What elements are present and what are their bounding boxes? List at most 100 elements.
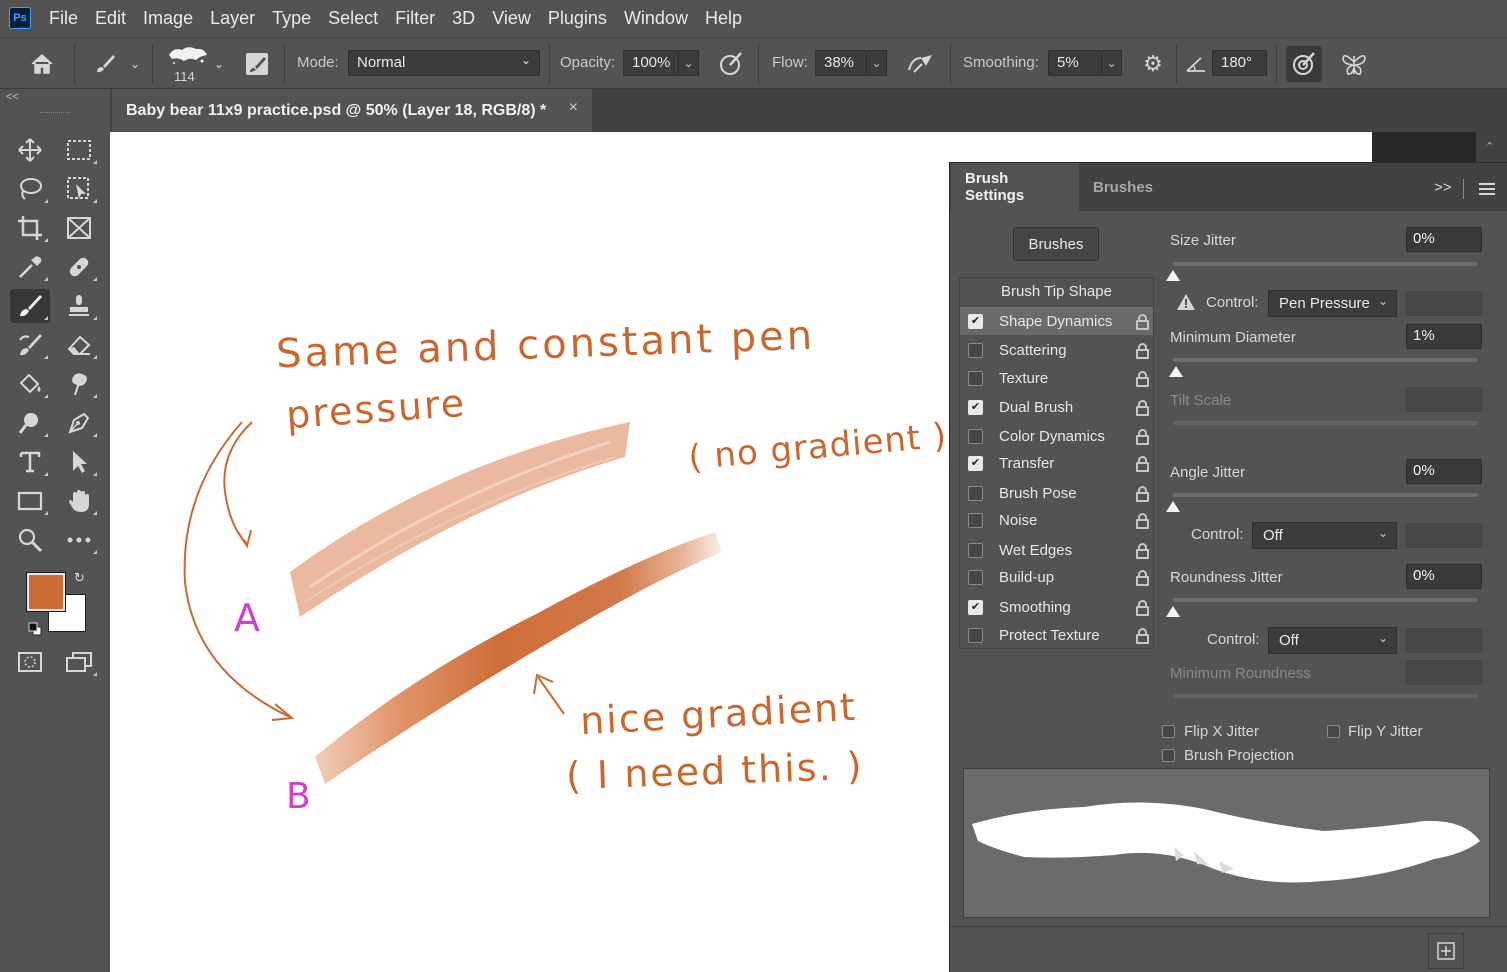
lock-icon[interactable] xyxy=(1136,599,1149,616)
dodge-tool-icon[interactable] xyxy=(10,406,50,440)
roundness-jitter-input[interactable]: 0% xyxy=(1406,564,1482,589)
settings-item-checkbox[interactable] xyxy=(968,485,983,501)
settings-item-texture[interactable]: Texture xyxy=(960,364,1153,392)
smoothing-input[interactable]: 5% xyxy=(1048,50,1102,76)
settings-item-color-dynamics[interactable]: Color Dynamics xyxy=(960,422,1153,450)
brush-tool-icon[interactable] xyxy=(10,289,50,323)
settings-item-transfer[interactable]: ✔ Transfer xyxy=(960,449,1153,477)
menu-view[interactable]: View xyxy=(492,8,531,29)
zoom-tool-icon[interactable] xyxy=(10,523,50,557)
roundness-control-select[interactable]: Off ⌄ xyxy=(1268,627,1397,654)
menu-plugins[interactable]: Plugins xyxy=(548,8,607,29)
eyedropper-tool-icon[interactable] xyxy=(10,250,50,284)
lock-icon[interactable] xyxy=(1136,569,1149,586)
lock-icon[interactable] xyxy=(1136,313,1149,330)
settings-item-protect-texture[interactable]: Protect Texture xyxy=(960,621,1153,649)
airbrush-icon[interactable] xyxy=(904,50,938,78)
roundness-jitter-slider[interactable] xyxy=(1173,598,1478,602)
object-selection-tool-icon[interactable] xyxy=(59,172,99,206)
smoothing-slider-toggle[interactable]: ⌄ xyxy=(1102,50,1122,76)
eraser-tool-icon[interactable] xyxy=(59,328,99,362)
min-diameter-thumb[interactable] xyxy=(1169,366,1183,377)
menu-window[interactable]: Window xyxy=(624,8,688,29)
size-jitter-input[interactable]: 0% xyxy=(1406,227,1482,252)
lock-icon[interactable] xyxy=(1136,485,1149,502)
home-icon[interactable] xyxy=(26,50,58,78)
lock-icon[interactable] xyxy=(1136,627,1149,644)
min-diameter-slider[interactable] xyxy=(1173,358,1478,362)
settings-item-checkbox[interactable] xyxy=(968,370,983,386)
size-jitter-slider[interactable] xyxy=(1173,262,1478,266)
menu-type[interactable]: Type xyxy=(272,8,311,29)
type-tool-icon[interactable] xyxy=(10,445,50,479)
brush-tool-preset-icon[interactable] xyxy=(90,50,120,78)
angle-jitter-input[interactable]: 0% xyxy=(1406,459,1482,484)
marquee-tool-icon[interactable] xyxy=(59,133,99,167)
menu-select[interactable]: Select xyxy=(328,8,378,29)
brush-settings-panel-toggle-icon[interactable] xyxy=(242,50,272,78)
gear-icon[interactable]: ⚙ xyxy=(1137,50,1169,78)
angle-input[interactable]: 180° xyxy=(1212,50,1267,76)
screen-mode-icon[interactable] xyxy=(59,645,99,679)
settings-item-noise[interactable]: Noise xyxy=(960,506,1153,534)
settings-item-brush-pose[interactable]: Brush Pose xyxy=(960,479,1153,507)
symmetry-butterfly-icon[interactable] xyxy=(1336,48,1372,80)
foreground-color-swatch[interactable] xyxy=(26,572,66,612)
settings-item-shape-dynamics[interactable]: ✔ Shape Dynamics xyxy=(960,307,1153,335)
more-tools-icon[interactable] xyxy=(59,523,99,557)
mode-select[interactable]: Normal ⌄ xyxy=(348,50,540,76)
quick-mask-icon[interactable] xyxy=(10,645,50,679)
swap-colors-icon[interactable]: ↻ xyxy=(74,570,90,586)
path-selection-tool-icon[interactable] xyxy=(59,445,99,479)
close-document-icon[interactable]: × xyxy=(569,99,578,117)
roundness-jitter-thumb[interactable] xyxy=(1166,606,1180,617)
panel-menu-icon[interactable] xyxy=(1479,183,1495,195)
angle-jitter-slider[interactable] xyxy=(1173,493,1478,497)
settings-item-checkbox[interactable]: ✔ xyxy=(968,599,983,615)
brush-tip-preview-icon[interactable] xyxy=(166,42,210,70)
history-brush-tool-icon[interactable] xyxy=(10,328,50,362)
scroll-up-icon[interactable]: ⌃ xyxy=(1485,140,1494,153)
pressure-size-icon[interactable] xyxy=(1286,46,1322,82)
pressure-opacity-icon[interactable] xyxy=(714,50,748,78)
settings-item-scattering[interactable]: Scattering xyxy=(960,336,1153,364)
menu-layer[interactable]: Layer xyxy=(210,8,255,29)
settings-item-checkbox[interactable]: ✔ xyxy=(968,313,983,329)
document-tab[interactable]: Baby bear 11x9 practice.psd @ 50% (Layer… xyxy=(112,89,592,132)
clone-stamp-tool-icon[interactable] xyxy=(59,289,99,323)
settings-item-wet-edges[interactable]: Wet Edges xyxy=(960,536,1153,564)
menu-3d[interactable]: 3D xyxy=(452,8,475,29)
expand-panel-icon[interactable]: >> xyxy=(1434,179,1452,196)
flip-y-checkbox[interactable] xyxy=(1327,725,1340,738)
rectangle-tool-icon[interactable] xyxy=(10,484,50,518)
menu-filter[interactable]: Filter xyxy=(395,8,435,29)
paint-bucket-tool-icon[interactable] xyxy=(10,367,50,401)
angle-control-select[interactable]: Off ⌄ xyxy=(1252,522,1397,549)
menu-file[interactable]: File xyxy=(49,8,78,29)
pen-tool-icon[interactable] xyxy=(59,406,99,440)
default-colors-icon[interactable] xyxy=(28,622,42,636)
healing-brush-tool-icon[interactable] xyxy=(59,250,99,284)
create-new-brush-icon[interactable] xyxy=(1428,933,1464,969)
angle-jitter-thumb[interactable] xyxy=(1166,501,1180,512)
flow-input[interactable]: 38% xyxy=(815,50,867,76)
crop-tool-icon[interactable] xyxy=(10,211,50,245)
tab-brushes[interactable]: Brushes xyxy=(1079,163,1167,211)
chevron-down-icon[interactable]: ⌄ xyxy=(211,54,227,74)
settings-item-dual-brush[interactable]: ✔ Dual Brush xyxy=(960,393,1153,421)
lock-icon[interactable] xyxy=(1136,542,1149,559)
menu-edit[interactable]: Edit xyxy=(95,8,126,29)
flow-slider-toggle[interactable]: ⌄ xyxy=(867,50,887,76)
lock-icon[interactable] xyxy=(1136,370,1149,387)
lock-icon[interactable] xyxy=(1136,512,1149,529)
brushes-button[interactable]: Brushes xyxy=(1013,227,1099,261)
smudge-tool-icon[interactable] xyxy=(59,367,99,401)
flip-x-checkbox[interactable] xyxy=(1162,725,1175,738)
opacity-slider-toggle[interactable]: ⌄ xyxy=(679,50,699,76)
brush-projection-checkbox[interactable] xyxy=(1162,749,1175,762)
settings-item-checkbox[interactable] xyxy=(968,342,983,358)
frame-tool-icon[interactable] xyxy=(59,211,99,245)
lock-icon[interactable] xyxy=(1136,342,1149,359)
opacity-input[interactable]: 100% xyxy=(623,50,679,76)
size-jitter-thumb[interactable] xyxy=(1166,270,1180,281)
